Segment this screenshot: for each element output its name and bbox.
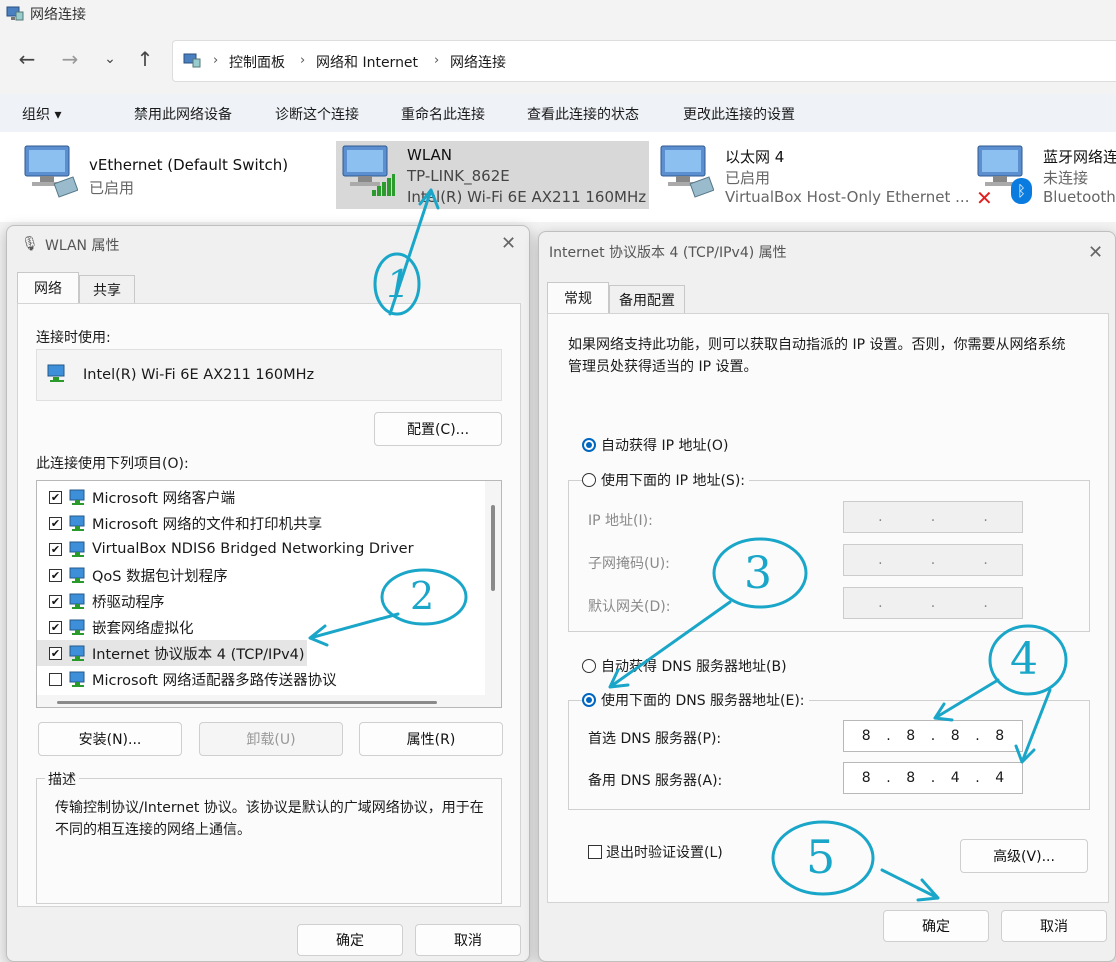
annotation-layer xyxy=(308,188,1068,902)
annotation-number: 3 xyxy=(744,548,772,599)
annotation-3 xyxy=(608,537,808,689)
annotation-2 xyxy=(308,568,468,647)
annotation-5 xyxy=(771,820,940,902)
annotation-number: 2 xyxy=(410,574,435,618)
annotation-number: 4 xyxy=(1010,634,1038,685)
annotation-4 xyxy=(933,624,1068,764)
annotation-number: 5 xyxy=(806,830,836,884)
